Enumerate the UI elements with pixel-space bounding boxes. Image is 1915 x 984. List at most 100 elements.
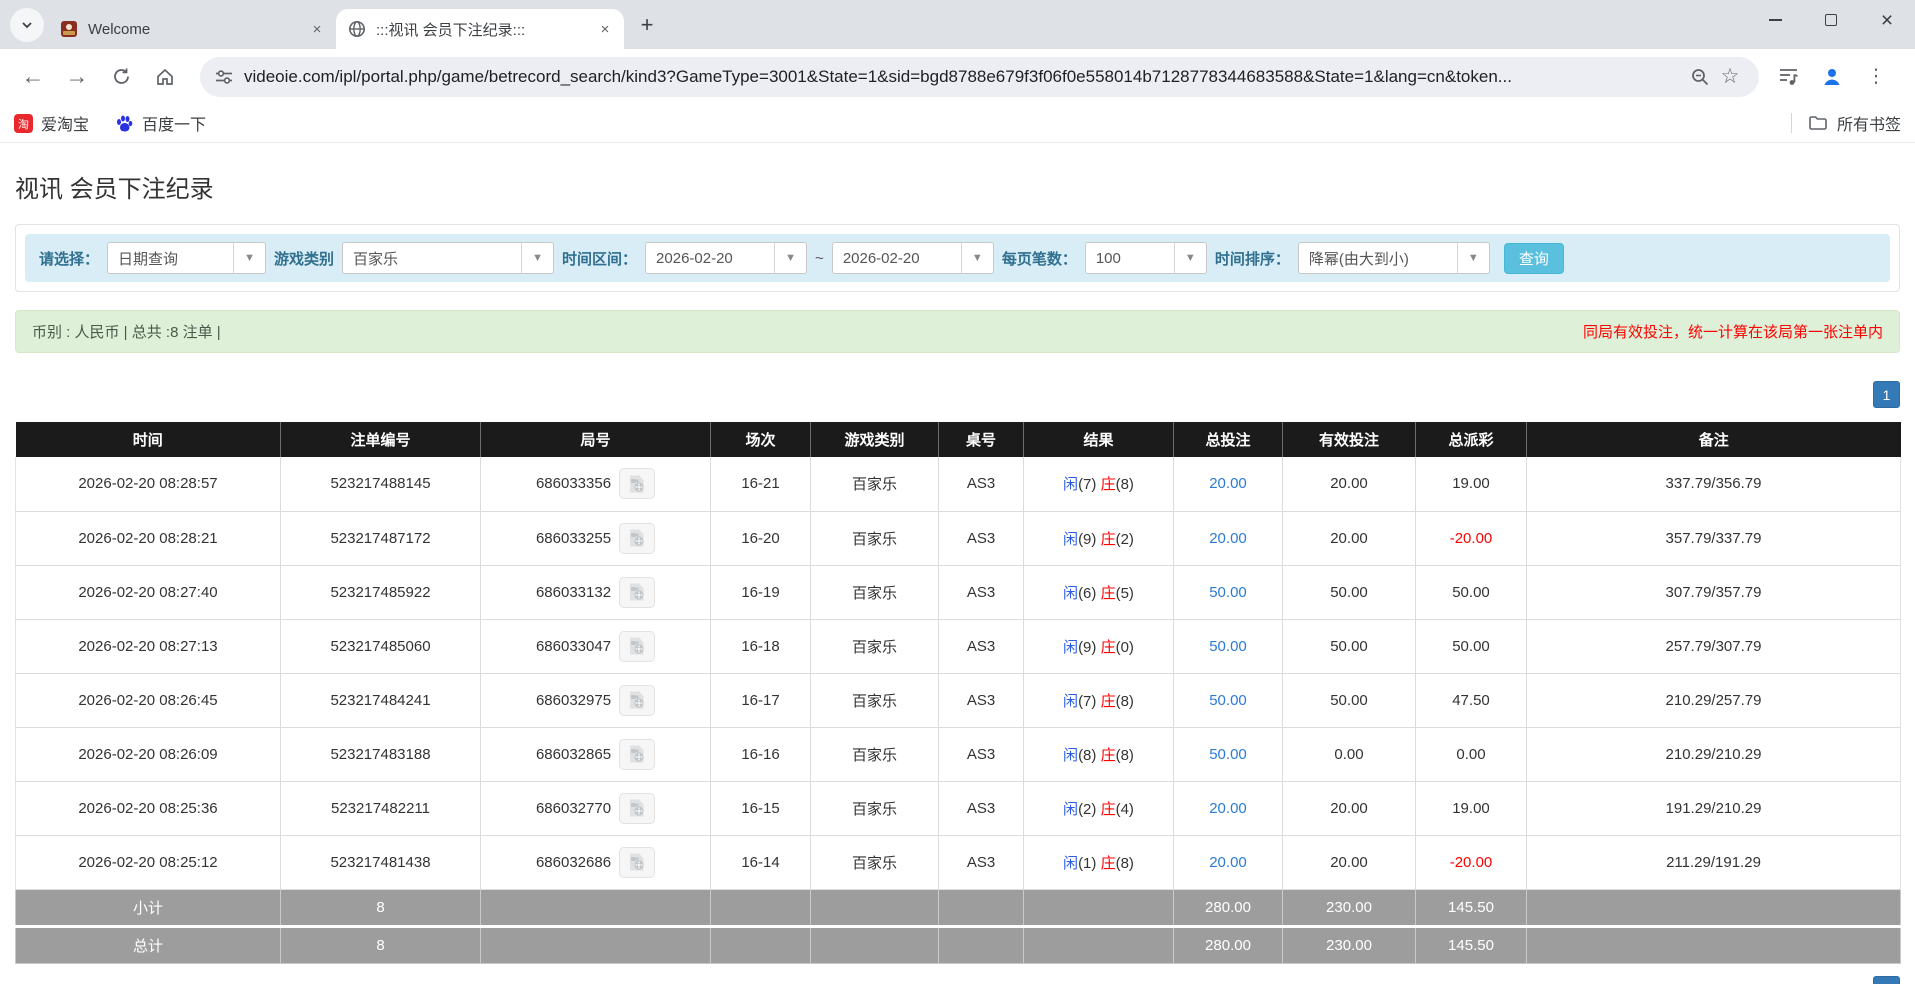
cell-table-no: AS3 xyxy=(938,619,1024,674)
player-result: 闲 xyxy=(1063,746,1079,764)
cell-game-type: 百家乐 xyxy=(810,781,939,836)
game-type-select[interactable]: 百家乐 ▼ xyxy=(342,242,555,274)
cell-payout: -20.00 xyxy=(1415,511,1527,566)
cell-round: 686033255 xyxy=(480,511,711,566)
video-replay-button[interactable] xyxy=(619,576,656,608)
back-icon: ← xyxy=(21,63,45,89)
filter-panel: 请选择： 日期查询 ▼ 游戏类别 百家乐 ▼ 时间区间： 2026-02-20 … xyxy=(15,224,1900,292)
table-body: 2026-02-20 08:28:57 523217488145 686033356… xyxy=(15,457,1901,890)
cell-session: 16-17 xyxy=(710,673,811,728)
table-row: 2026-02-20 08:28:57 523217488145 686033356… xyxy=(15,457,1901,512)
tab-close-icon[interactable]: × xyxy=(308,20,326,38)
round-number: 686033047 xyxy=(535,637,612,655)
cell-bet-id: 523217484241 xyxy=(280,673,481,728)
video-replay-button[interactable] xyxy=(619,846,656,878)
site-settings-icon[interactable] xyxy=(214,67,234,87)
cell-session: 16-16 xyxy=(710,727,811,782)
bookmark-star-icon[interactable]: ☆ xyxy=(1715,62,1745,92)
media-controls-button[interactable] xyxy=(1769,58,1807,96)
chevron-down-icon[interactable]: ▼ xyxy=(774,243,807,273)
cell-total-bet: 20.00 xyxy=(1173,835,1283,890)
table-row: 2026-02-20 08:27:13 523217485060 686033047… xyxy=(15,619,1901,674)
total-bet-link[interactable]: 50.00 xyxy=(1209,638,1247,655)
video-replay-button[interactable] xyxy=(619,630,656,662)
address-bar[interactable]: videoie.com/ipl/portal.php/game/betrecor… xyxy=(200,56,1759,97)
subtotal-label: 小计 xyxy=(15,888,281,928)
chevron-down-icon[interactable]: ▼ xyxy=(960,243,993,273)
tab-search-button[interactable] xyxy=(10,8,44,42)
total-bet-link[interactable]: 50.00 xyxy=(1209,692,1247,709)
video-replay-button[interactable] xyxy=(619,738,656,770)
total-bet-link[interactable]: 50.00 xyxy=(1209,584,1247,601)
total-bet-link[interactable]: 20.00 xyxy=(1209,530,1247,547)
video-replay-button[interactable] xyxy=(619,468,656,500)
close-icon: × xyxy=(1880,8,1894,32)
cell-table-no: AS3 xyxy=(938,511,1024,566)
cell-total-bet: 50.00 xyxy=(1173,727,1283,782)
cell-table-no: AS3 xyxy=(938,727,1024,782)
zoom-page-icon[interactable] xyxy=(1685,62,1715,92)
sort-order-select[interactable]: 降幂(由大到小) ▼ xyxy=(1297,242,1490,274)
chevron-down-icon[interactable]: ▼ xyxy=(233,243,266,273)
tab-bet-record[interactable]: :::视讯 会员下注纪录::: × xyxy=(336,9,624,49)
bookmark-taobao[interactable]: 淘 爱淘宝 xyxy=(14,111,89,135)
tab-welcome[interactable]: Welcome × xyxy=(48,9,336,49)
col-header-game-type: 游戏类别 xyxy=(810,422,939,457)
browser-menu-button[interactable]: ⋮ xyxy=(1857,58,1895,96)
cell-game-type: 百家乐 xyxy=(810,565,939,620)
total-bet-link[interactable]: 50.00 xyxy=(1209,746,1247,763)
url-text[interactable]: videoie.com/ipl/portal.php/game/betrecor… xyxy=(244,67,1685,87)
col-header-time: 时间 xyxy=(15,422,281,457)
cell-payout: 47.50 xyxy=(1415,673,1527,728)
total-bet-link[interactable]: 20.00 xyxy=(1209,475,1247,492)
forward-button[interactable]: → xyxy=(58,58,96,96)
search-button[interactable]: 查询 xyxy=(1503,242,1564,274)
globe-icon xyxy=(349,21,365,37)
chevron-down-icon[interactable]: ▼ xyxy=(521,243,554,273)
chevron-down-icon[interactable]: ▼ xyxy=(1173,243,1206,273)
bookmark-baidu[interactable]: 百度一下 xyxy=(115,111,206,135)
cell-remark: 210.29/210.29 xyxy=(1526,727,1901,782)
date-to-select[interactable]: 2026-02-20 ▼ xyxy=(831,242,994,274)
pagination-top: 1 xyxy=(15,381,1900,408)
back-button[interactable]: ← xyxy=(14,58,52,96)
cell-game-type: 百家乐 xyxy=(810,511,939,566)
round-number: 686033255 xyxy=(535,529,612,547)
cell-time: 2026-02-20 08:27:40 xyxy=(15,565,281,620)
maximize-button[interactable] xyxy=(1803,0,1859,40)
total-bet-link[interactable]: 20.00 xyxy=(1209,800,1247,817)
home-button[interactable] xyxy=(146,58,184,96)
query-mode-select[interactable]: 日期查询 ▼ xyxy=(107,242,267,274)
total-valid-bet: 230.00 xyxy=(1282,925,1416,964)
table-row: 2026-02-20 08:25:36 523217482211 686032770… xyxy=(15,781,1901,836)
profile-avatar[interactable] xyxy=(1813,58,1851,96)
video-replay-button[interactable] xyxy=(619,522,656,554)
close-button[interactable]: × xyxy=(1859,0,1915,40)
new-tab-button[interactable]: + xyxy=(632,10,662,40)
cell-remark: 211.29/191.29 xyxy=(1526,835,1901,890)
page-1-button[interactable]: 1 xyxy=(1873,381,1900,408)
tab-strip: Welcome × :::视讯 会员下注纪录::: × + × xyxy=(0,0,1915,49)
cell-valid-bet: 20.00 xyxy=(1282,511,1416,566)
cell-total-bet: 50.00 xyxy=(1173,673,1283,728)
all-bookmarks-button[interactable]: 所有书签 xyxy=(1837,111,1901,135)
bookmarks-bar: 淘 爱淘宝 百度一下 所有书签 xyxy=(0,104,1915,143)
table-footer: 小计 8 280.00 230.00 145.50 总计 8 280.00 23… xyxy=(15,888,1901,964)
banker-result: 庄 xyxy=(1100,800,1116,818)
video-replay-button[interactable] xyxy=(619,684,656,716)
tab-close-icon[interactable]: × xyxy=(596,20,614,38)
per-page-select[interactable]: 100 ▼ xyxy=(1084,242,1207,274)
total-bet-link[interactable]: 20.00 xyxy=(1209,854,1247,871)
banker-result: 庄 xyxy=(1100,746,1116,764)
col-header-result: 结果 xyxy=(1023,422,1174,457)
video-replay-button[interactable] xyxy=(619,792,656,824)
date-from-select[interactable]: 2026-02-20 ▼ xyxy=(645,242,808,274)
minimize-button[interactable] xyxy=(1747,0,1803,40)
refresh-button[interactable] xyxy=(102,58,140,96)
subtotal-total-bet: 280.00 xyxy=(1173,888,1283,928)
cell-result: 闲(1) 庄(8) xyxy=(1023,835,1174,890)
page-1-button[interactable]: 1 xyxy=(1873,975,1900,984)
chevron-down-icon[interactable]: ▼ xyxy=(1456,243,1489,273)
cell-total-bet: 50.00 xyxy=(1173,619,1283,674)
cell-bet-id: 523217487172 xyxy=(280,511,481,566)
